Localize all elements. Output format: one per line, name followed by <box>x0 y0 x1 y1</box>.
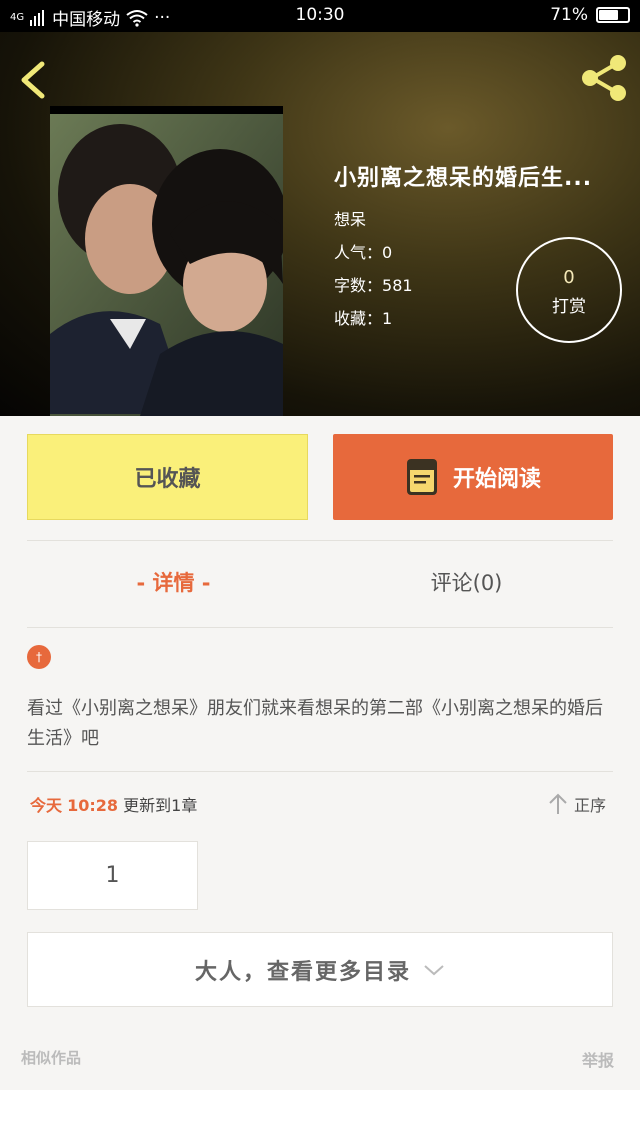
similar-works-card[interactable] <box>0 1090 640 1138</box>
book-cover-image[interactable] <box>50 106 283 416</box>
favorites-label: 收藏： <box>334 309 383 328</box>
divider <box>27 627 613 628</box>
more-catalog-label: 大人，查看更多目录 <box>194 959 411 985</box>
battery-icon <box>596 7 630 23</box>
battery-percent: 71% <box>550 5 588 25</box>
popularity-value: 0 <box>382 243 393 262</box>
tip-count: 0 <box>563 267 575 288</box>
word-count-label: 字数： <box>334 276 383 295</box>
chevron-down-icon <box>424 964 444 975</box>
update-text: 更新到1章 <box>123 796 198 815</box>
tip-button[interactable]: 0 打赏 <box>516 237 622 343</box>
sort-order-label: 正序 <box>574 796 607 815</box>
book-author: 想呆 <box>334 210 367 229</box>
tab-comments[interactable]: 评论(0) <box>320 560 613 606</box>
collected-label: 已收藏 <box>134 467 201 492</box>
book-header: 小别离之想呆的婚后生... 想呆 人气：0 字数：581 收藏：1 0 打赏 <box>0 32 640 416</box>
chapter-item[interactable]: 1 <box>27 841 198 910</box>
sort-order-button[interactable]: 正序 <box>548 792 606 816</box>
divider <box>27 540 613 541</box>
word-count-value: 581 <box>382 276 413 295</box>
tag-badge: † <box>27 645 51 669</box>
book-description: 看过《小别离之想呆》朋友们就来看想呆的第二部《小别离之想呆的婚后生活》吧 <box>27 698 603 749</box>
report-button[interactable]: 举报 <box>582 1047 614 1071</box>
start-reading-button[interactable]: 开始阅读 <box>333 434 613 520</box>
update-today: 今天 <box>30 796 63 815</box>
update-info: 今天 10:28 更新到1章 <box>30 792 197 816</box>
favorites-value: 1 <box>382 309 393 328</box>
more-catalog-button[interactable]: 大人，查看更多目录 <box>27 932 613 1007</box>
start-reading-label: 开始阅读 <box>452 467 541 492</box>
status-time: 10:30 <box>295 5 345 25</box>
share-icon <box>582 55 626 101</box>
divider <box>27 771 613 772</box>
arrow-up-icon <box>549 793 567 814</box>
update-time: 10:28 <box>67 796 119 815</box>
tip-label: 打赏 <box>552 297 586 317</box>
similar-works-label: 相似作品 <box>21 1049 82 1067</box>
status-bar: 4G 中国移动 ··· 10:30 71% <box>0 0 640 32</box>
book-icon <box>406 459 437 495</box>
back-button[interactable] <box>14 58 54 102</box>
tab-detail[interactable]: - 详情 - <box>27 560 320 606</box>
chevron-left-icon <box>21 61 45 99</box>
collected-button[interactable]: 已收藏 <box>27 434 308 520</box>
share-button[interactable] <box>578 52 630 104</box>
book-title: 小别离之想呆的婚后生... <box>334 166 593 191</box>
popularity-label: 人气： <box>334 243 383 262</box>
